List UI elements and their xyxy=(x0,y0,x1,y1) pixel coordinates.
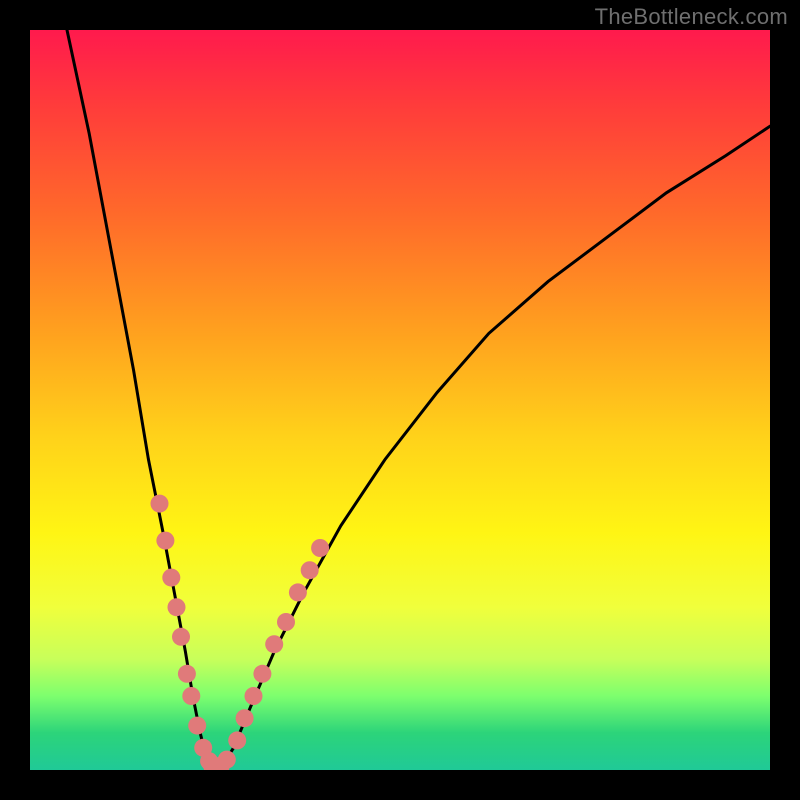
plot-area xyxy=(30,30,770,770)
marker-dot xyxy=(301,561,319,579)
marker-dot xyxy=(172,628,190,646)
outer-frame: TheBottleneck.com xyxy=(0,0,800,800)
marker-dot xyxy=(236,709,254,727)
watermark-text: TheBottleneck.com xyxy=(595,4,788,30)
marker-dot xyxy=(245,687,263,705)
marker-dot xyxy=(277,613,295,631)
marker-dot xyxy=(151,495,169,513)
marker-dot xyxy=(162,569,180,587)
marker-dot xyxy=(168,598,186,616)
bottleneck-curve xyxy=(67,30,770,770)
marker-dot xyxy=(218,751,236,769)
marker-dot xyxy=(289,583,307,601)
marker-dot xyxy=(188,717,206,735)
marker-dot xyxy=(265,635,283,653)
marker-dot xyxy=(311,539,329,557)
marker-dot xyxy=(156,532,174,550)
marker-dot xyxy=(182,687,200,705)
curve-path-group xyxy=(67,30,770,770)
marker-dot xyxy=(228,731,246,749)
marker-dot xyxy=(178,665,196,683)
curve-layer xyxy=(30,30,770,770)
marker-dot xyxy=(253,665,271,683)
marker-dots xyxy=(151,495,330,770)
